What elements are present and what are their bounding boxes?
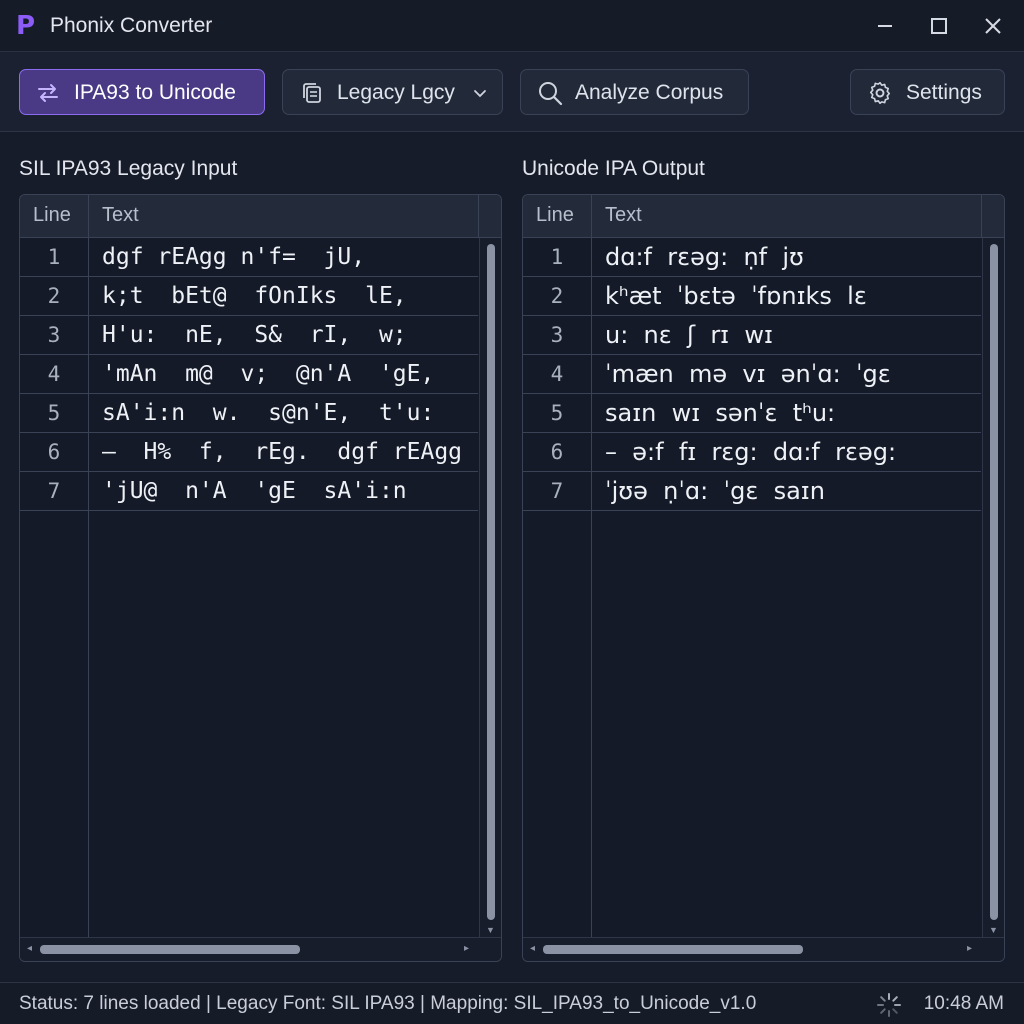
table-row[interactable]: 2 k;t bEt@ fOnIks lE, [20, 277, 478, 316]
settings-label: Settings [906, 81, 982, 104]
maximize-button[interactable] [922, 10, 956, 42]
minimize-button[interactable] [868, 10, 902, 42]
settings-button[interactable]: Settings [850, 69, 1005, 115]
table-row[interactable]: 3 H'u: nE, S& rI, w; [20, 316, 478, 355]
copy-pages-icon [303, 83, 321, 103]
status-bar: Status: 7 lines loaded | Legacy Font: SI… [0, 982, 1024, 1024]
table-row[interactable]: 1 dɑ:f rɛəg: ṇf jʊ [523, 238, 981, 277]
vertical-scroll-thumb[interactable] [990, 244, 998, 920]
ipa-to-unicode-button[interactable]: IPA93 to Unicode [19, 69, 265, 115]
line-number: 6 [47, 440, 61, 464]
legacy-text-cell[interactable]: sA'i:n w. s@n'E, t'u: [102, 400, 434, 426]
analyze-corpus-button[interactable]: Analyze Corpus [520, 69, 749, 115]
table-row[interactable]: 1 dgf rEAgg n'f= jU, [20, 238, 478, 277]
horizontal-scroll-thumb[interactable] [40, 945, 300, 954]
gear-icon [869, 81, 891, 105]
horizontal-scroll-thumb[interactable] [543, 945, 803, 954]
unicode-output-label: Unicode IPA Output [522, 157, 705, 180]
window-title: Phonix Converter [50, 14, 213, 37]
table-row[interactable]: 4 ˈmæn mə vɪ ənˈɑ: ˈgɛ [523, 355, 981, 394]
maximize-icon [931, 18, 947, 34]
scroll-down-arrow-icon[interactable]: ▼ [989, 925, 998, 935]
column-header-line: Line [536, 204, 574, 226]
swap-arrows-icon [38, 84, 58, 102]
unicode-text-cell[interactable]: ˈjʊə ṇˈɑ: ˈgɛ saɪn [605, 477, 825, 505]
search-icon [539, 82, 563, 106]
close-icon [985, 18, 1001, 34]
legacy-text-cell[interactable]: dgf rEAgg n'f= jU, [102, 244, 365, 270]
unicode-output-table[interactable]: Line Text 1 dɑ:f rɛəg: ṇf jʊ 2 kʰæt ˈbɛt… [522, 194, 1005, 962]
status-text: Status: 7 lines loaded | Legacy Font: SI… [19, 993, 757, 1014]
scroll-left-arrow-icon[interactable]: ◂ [530, 943, 535, 954]
line-number: 4 [550, 362, 564, 386]
legacy-text-cell[interactable]: 'jU@ n'A 'gE sA'i:n [102, 478, 407, 504]
unicode-text-cell[interactable]: – ə:f fɪ rɛg: dɑ:f rɛəg: [605, 438, 896, 466]
table-row[interactable]: 3 u: nɛ ʃ rɪ wɪ [523, 316, 981, 355]
vertical-scroll-thumb[interactable] [487, 244, 495, 920]
app-logo: P [16, 11, 36, 41]
analyze-corpus-label: Analyze Corpus [575, 81, 724, 104]
minimize-icon [878, 25, 892, 27]
vertical-scrollbar[interactable]: ▼ [479, 238, 501, 939]
line-number: 7 [550, 479, 564, 503]
horizontal-scrollbar[interactable]: ◂ ▸ [20, 937, 501, 961]
table-row[interactable]: 5 sA'i:n w. s@n'E, t'u: [20, 394, 478, 433]
status-time: 10:48 AM [923, 993, 1004, 1014]
loading-spinner-icon [877, 993, 901, 1017]
title-bar: P Phonix Converter [0, 0, 1024, 52]
scroll-down-arrow-icon[interactable]: ▼ [486, 925, 495, 935]
table-row[interactable]: 7 ˈjʊə ṇˈɑ: ˈgɛ saɪn [523, 472, 981, 511]
line-number: 7 [47, 479, 61, 503]
table-header: Line Text [523, 195, 1004, 238]
scroll-right-arrow-icon[interactable]: ▸ [464, 943, 469, 954]
header-divider [981, 195, 982, 238]
table-row[interactable]: 6 – ə:f fɪ rɛg: dɑ:f rɛəg: [523, 433, 981, 472]
chevron-down-icon [474, 90, 486, 98]
column-header-text: Text [102, 204, 139, 226]
scroll-right-arrow-icon[interactable]: ▸ [967, 943, 972, 954]
horizontal-scrollbar[interactable]: ◂ ▸ [523, 937, 1004, 961]
legacy-label: Legacy Lgcy [337, 81, 455, 104]
table-row[interactable]: 5 saɪn wɪ sənˈɛ tʰu: [523, 394, 981, 433]
line-number: 2 [550, 284, 564, 308]
line-number: 5 [550, 401, 564, 425]
line-number: 3 [550, 323, 564, 347]
line-number: 1 [550, 245, 564, 269]
table-header: Line Text [20, 195, 501, 238]
close-button[interactable] [976, 10, 1010, 42]
unicode-text-cell[interactable]: dɑ:f rɛəg: ṇf jʊ [605, 243, 804, 271]
toolbar: IPA93 to Unicode Legacy Lgcy Analyze Cor… [0, 52, 1024, 132]
line-number: 5 [47, 401, 61, 425]
column-header-text: Text [605, 204, 642, 226]
unicode-text-cell[interactable]: kʰæt ˈbɛtə ˈfɒnɪks lɛ [605, 282, 867, 310]
line-number: 4 [47, 362, 61, 386]
ipa-to-unicode-label: IPA93 to Unicode [74, 81, 236, 104]
table-row[interactable]: 2 kʰæt ˈbɛtə ˈfɒnɪks lɛ [523, 277, 981, 316]
table-row[interactable]: 7 'jU@ n'A 'gE sA'i:n [20, 472, 478, 511]
unicode-text-cell[interactable]: u: nɛ ʃ rɪ wɪ [605, 321, 773, 349]
legacy-text-cell[interactable]: – H% f, rEg. dgf rEAgg [102, 439, 462, 465]
vertical-scrollbar[interactable]: ▼ [982, 238, 1004, 939]
table-row[interactable]: 4 'mAn m@ v; @n'A 'gE, [20, 355, 478, 394]
legacy-text-cell[interactable]: k;t bEt@ fOnIks lE, [102, 283, 407, 309]
line-number: 6 [550, 440, 564, 464]
unicode-text-cell[interactable]: saɪn wɪ sənˈɛ tʰu: [605, 399, 835, 427]
line-number: 1 [47, 245, 61, 269]
table-row[interactable]: 6 – H% f, rEg. dgf rEAgg [20, 433, 478, 472]
line-number: 2 [47, 284, 61, 308]
column-header-line: Line [33, 204, 71, 226]
legacy-dropdown[interactable]: Legacy Lgcy [282, 69, 503, 115]
legacy-input-table[interactable]: Line Text 1 dgf rEAgg n'f= jU, 2 k;t bEt… [19, 194, 502, 962]
header-divider [478, 195, 479, 238]
line-number: 3 [47, 323, 61, 347]
scroll-left-arrow-icon[interactable]: ◂ [27, 943, 32, 954]
legacy-input-label: SIL IPA93 Legacy Input [19, 157, 238, 180]
legacy-text-cell[interactable]: 'mAn m@ v; @n'A 'gE, [102, 361, 434, 387]
legacy-text-cell[interactable]: H'u: nE, S& rI, w; [102, 322, 407, 348]
unicode-text-cell[interactable]: ˈmæn mə vɪ ənˈɑ: ˈgɛ [605, 360, 891, 388]
